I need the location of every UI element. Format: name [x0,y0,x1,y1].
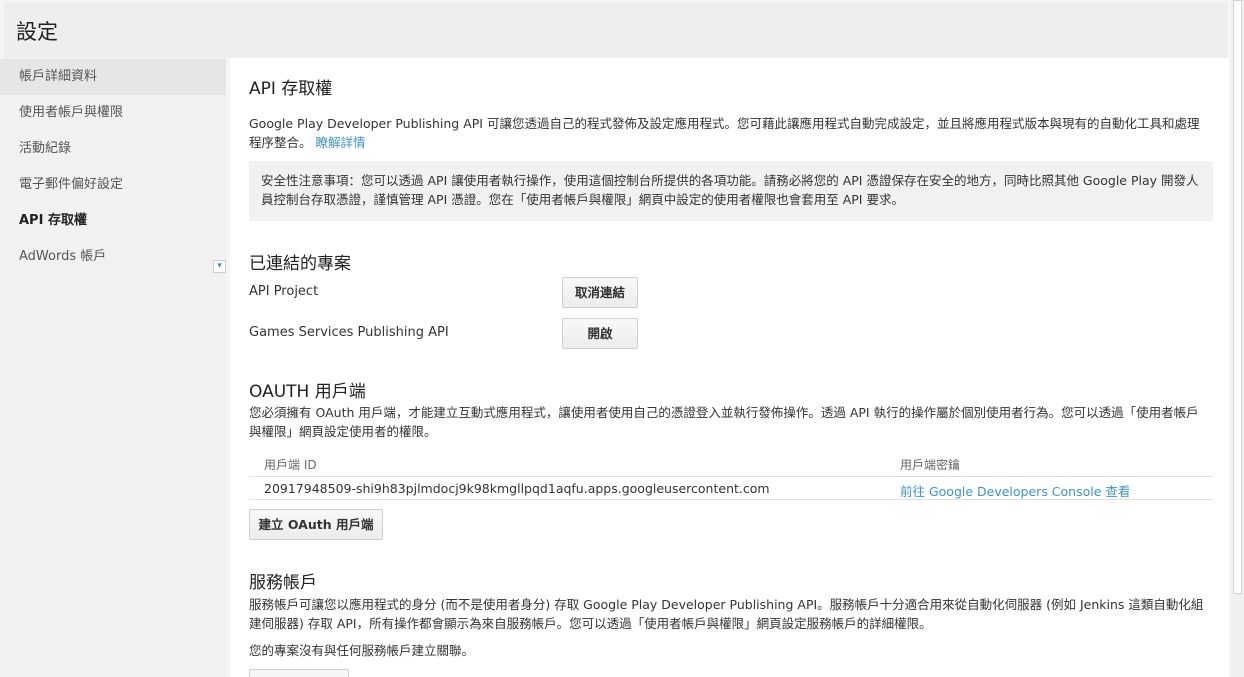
page-title: 設定 [16,20,58,44]
main-content: API 存取權 Google Play Developer Publishing… [230,58,1229,677]
client-id-value: 20917948509-shi9h83pjlmdocj9k98kmgllpqd1… [264,481,770,496]
scrollbar-thumb[interactable] [1233,0,1242,594]
api-description-text: Google Play Developer Publishing API 可讓您… [249,116,1200,150]
sidebar-item-adwords[interactable]: AdWords 帳戶 [0,239,226,275]
sidebar-item-users-permissions[interactable]: 使用者帳戶與權限 [0,95,226,131]
column-client-secret: 用戶端密鑰 [900,458,961,472]
developers-console-link[interactable]: 前往 Google Developers Console 查看 [900,481,1130,500]
column-client-id: 用戶端 ID [264,458,317,472]
sidebar-item-account-details[interactable]: 帳戶詳細資料 [0,59,226,95]
create-oauth-client-button[interactable]: 建立 OAuth 用戶端 [249,509,383,540]
games-services-label: Games Services Publishing API [249,325,449,340]
learn-more-link[interactable]: 瞭解詳情 [316,135,366,150]
sidebar: 帳戶詳細資料 使用者帳戶與權限 活動紀錄 電子郵件偏好設定 API 存取權 Ad… [0,58,226,677]
linked-projects-title: 已連結的專案 [249,254,351,274]
api-access-description: Google Play Developer Publishing API 可讓您… [249,114,1211,152]
api-project-link[interactable]: API Project [249,284,318,299]
sidebar-collapse-icon[interactable]: ▾ [213,260,226,273]
table-row: 20917948509-shi9h83pjlmdocj9k98kmgllpqd1… [249,477,1213,500]
service-accounts-title: 服務帳戶 [249,573,317,593]
sidebar-item-api-access[interactable]: API 存取權 [0,203,226,239]
api-access-title: API 存取權 [249,79,333,99]
service-account-button[interactable] [249,669,349,677]
oauth-title: OAUTH 用戶端 [249,382,366,402]
page-header: 設定 [4,2,1228,58]
oauth-description: 您必須擁有 OAuth 用戶端，才能建立互動式應用程式，讓使用者使用自己的憑證登… [249,405,1199,439]
sidebar-item-activity-log[interactable]: 活動紀錄 [0,131,226,167]
service-accounts-empty-text: 您的專案沒有與任何服務帳戶建立關聯。 [249,643,475,658]
sidebar-item-email-preferences[interactable]: 電子郵件偏好設定 [0,167,226,203]
service-accounts-description: 服務帳戶可讓您以應用程式的身分 (而不是使用者身分) 存取 Google Pla… [249,597,1204,631]
oauth-table-header: 用戶端 ID 用戶端密鑰 [249,452,1213,477]
security-notice: 安全性注意事項：您可以透過 API 讓使用者執行操作，使用這個控制台所提供的各項… [249,161,1213,221]
open-button[interactable]: 開啟 [562,318,638,349]
unlink-button[interactable]: 取消連結 [562,277,638,308]
vertical-scrollbar[interactable] [1231,0,1244,677]
